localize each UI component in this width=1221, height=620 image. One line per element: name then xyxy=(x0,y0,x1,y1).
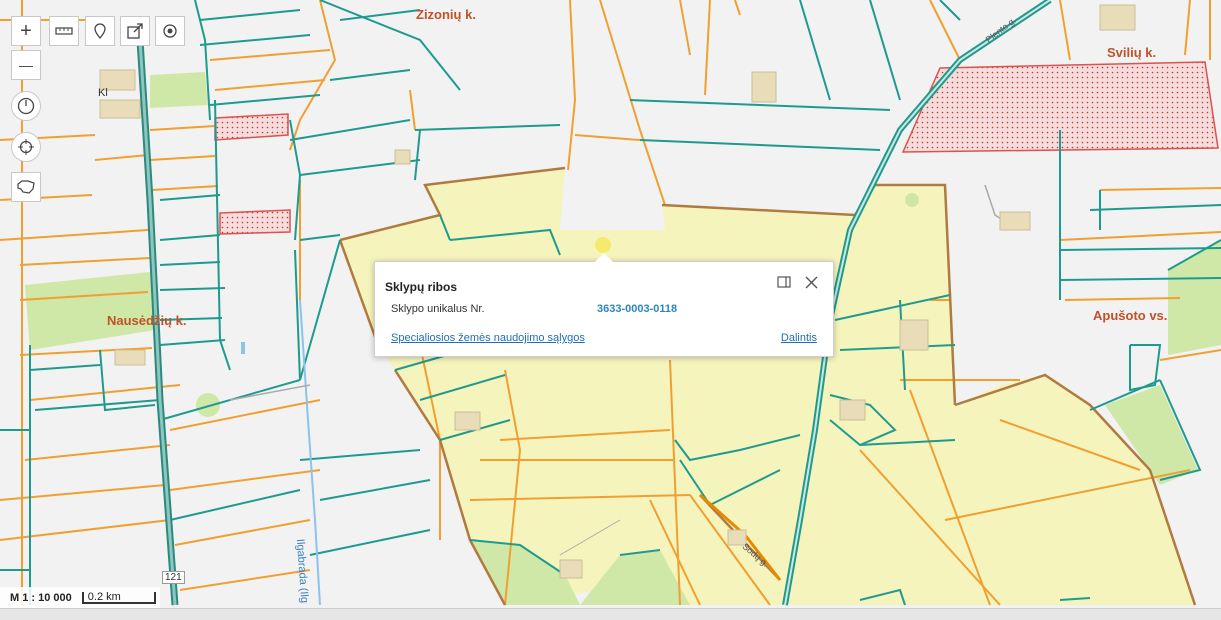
scale-bar: M 1 : 10 000 0.2 km xyxy=(0,587,160,608)
special-conditions-link[interactable]: Specialiosios žemės naudojimo sąlygos xyxy=(391,332,585,344)
popup-dock-button[interactable] xyxy=(775,273,793,291)
crosshair-button[interactable] xyxy=(11,132,41,162)
crosshair-icon xyxy=(18,139,34,155)
export-icon xyxy=(127,23,143,39)
scale-ratio: M 1 : 10 000 xyxy=(10,591,72,604)
zoom-in-icon: + xyxy=(20,19,32,42)
close-icon xyxy=(805,276,817,288)
target-icon xyxy=(163,24,177,38)
label-apusoto: Apušoto vs. xyxy=(1093,308,1168,323)
selected-point-highlight xyxy=(595,237,611,253)
label-zizoniu: Zizonių k. xyxy=(416,7,476,22)
measure-button[interactable] xyxy=(49,16,79,46)
zoom-out-button[interactable]: — xyxy=(11,50,41,80)
parcel-id-label: Sklypo unikalus Nr. xyxy=(391,303,485,315)
export-button[interactable] xyxy=(120,16,150,46)
locate-button[interactable] xyxy=(155,16,185,46)
zoom-out-icon: — xyxy=(19,57,33,73)
label-klo: Kl xyxy=(98,87,108,99)
road-number-121: 121 xyxy=(162,571,185,584)
dock-icon xyxy=(777,276,791,288)
marker-button[interactable] xyxy=(85,16,115,46)
bottom-bar xyxy=(0,608,1221,620)
clock-icon xyxy=(17,97,35,115)
popup-close-button[interactable] xyxy=(802,273,820,291)
zoom-in-button[interactable]: + xyxy=(11,16,41,46)
popup-title: Sklypų ribos xyxy=(385,280,458,294)
pin-icon xyxy=(94,23,106,39)
share-link[interactable]: Dalintis xyxy=(781,332,817,344)
label-nauseiziu: Nausėdžių k. xyxy=(107,313,187,328)
country-extent-button[interactable] xyxy=(11,172,41,202)
time-button[interactable] xyxy=(11,91,41,121)
parcel-id-value: 3633-0003-0118 xyxy=(597,303,678,315)
scale-distance: 0.2 km xyxy=(81,591,156,604)
ruler-icon xyxy=(55,27,73,35)
label-sviliu: Svilių k. xyxy=(1107,45,1157,60)
popup-arrow xyxy=(595,253,613,262)
parcel-info-popup: Sklypų ribos Sklypo unikalus Nr. 3633-00… xyxy=(374,253,834,357)
lithuania-icon xyxy=(17,180,35,194)
